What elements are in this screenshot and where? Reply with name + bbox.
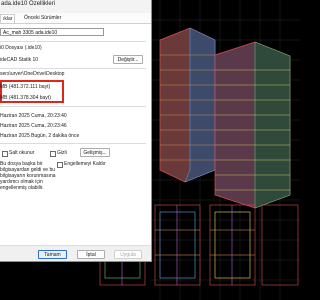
ok-button[interactable]: Tamam — [38, 250, 67, 259]
created-value: Haziran 2025 Cuma, 20:23:40 — [0, 113, 67, 119]
hidden-checkbox[interactable] — [50, 151, 56, 157]
change-button[interactable]: Değiştir... — [113, 55, 143, 64]
advanced-button[interactable]: Gelişmiş... — [80, 148, 110, 157]
properties-dialog: ada.ide10 Özellikleri ıklar Önceki Sürüm… — [0, 0, 152, 262]
tab-previous-versions[interactable]: Önceki Sürümler — [22, 14, 63, 22]
accessed-value: Haziran 2025 Bugün, 2 dakika önce — [0, 133, 80, 139]
divider — [0, 143, 146, 144]
cancel-button[interactable]: İptal — [77, 250, 105, 259]
unblock-label: Engellemeyi Kaldır — [64, 161, 106, 167]
apply-button[interactable]: Uygula — [114, 250, 142, 259]
modified-value: Haziran 2025 Cuma, 20:23:46 — [0, 123, 67, 129]
file-type-value: i0 Dosyası (.ide10) — [0, 45, 42, 51]
dialog-title: ada.ide10 Özellikleri — [1, 1, 56, 7]
divider — [0, 41, 146, 42]
tab-general[interactable]: ıklar — [0, 14, 16, 23]
title-bar[interactable]: ada.ide10 Özellikleri — [0, 0, 151, 13]
building-3d-right — [214, 41, 291, 209]
size-on-disk-value: MB (481.378.304 bayt) — [0, 95, 51, 101]
opens-with-value: ideCAD Statik 10 — [0, 57, 39, 63]
building-3d-left — [159, 27, 216, 183]
unblock-checkbox[interactable] — [57, 162, 63, 168]
security-text-5: engellenmiş olabilir. — [0, 185, 44, 191]
divider — [0, 106, 146, 107]
hidden-label: Gizli — [57, 150, 67, 156]
location-value: sers\urver\OneDrive\Desktop — [0, 71, 65, 77]
tab-bar: ıklar Önceki Sürümler — [0, 13, 151, 24]
file-name-field[interactable]: Ac_mah 3305 ada.ide10 — [0, 28, 104, 36]
button-bar: Tamam İptal Uygula — [0, 245, 151, 261]
readonly-checkbox[interactable] — [2, 151, 8, 157]
divider — [0, 68, 146, 69]
size-value: MB (481.372.111 bayt) — [0, 84, 51, 90]
readonly-label: Salt okunur — [9, 150, 35, 156]
